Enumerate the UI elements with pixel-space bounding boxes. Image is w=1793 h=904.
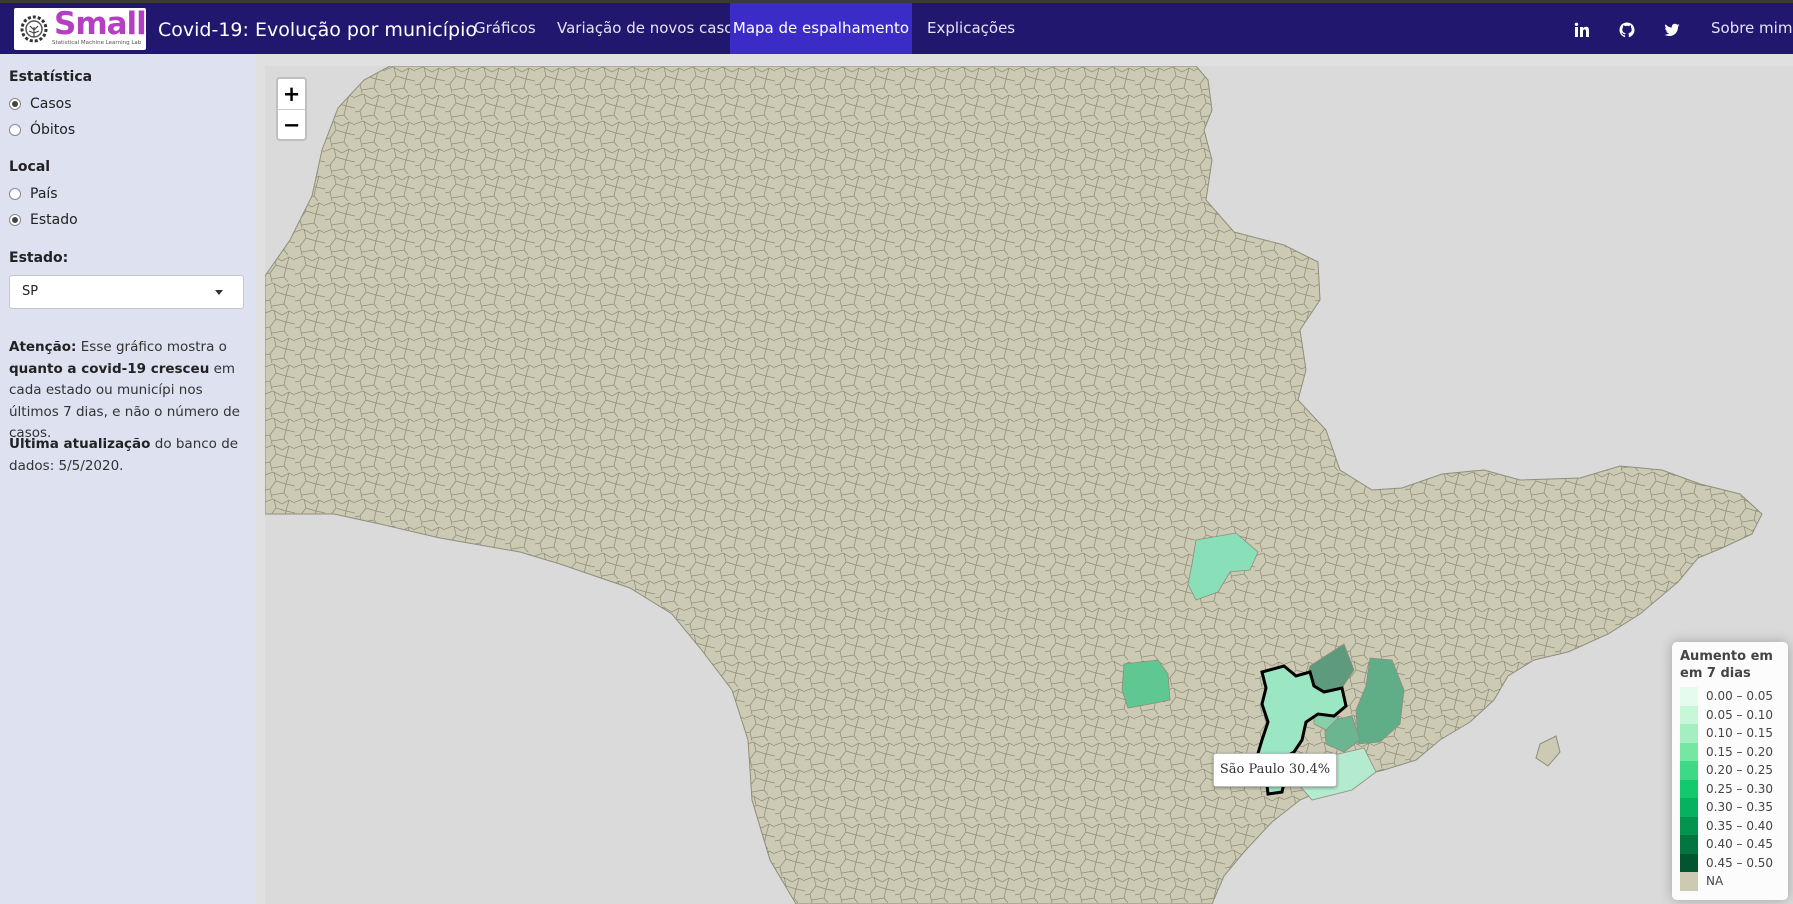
legend-item: 0.35 – 0.40 (1680, 816, 1774, 835)
update-note: Última atualização do banco de dados: 5/… (9, 434, 249, 477)
small-logo[interactable]: Small Statistical Machine Learning Lab (14, 8, 146, 50)
nav-explicacoes[interactable]: Explicações (927, 3, 1015, 54)
legend-item: 0.05 – 0.10 (1680, 705, 1774, 724)
radio-obitos-button[interactable] (9, 124, 21, 136)
legend-label: 0.20 – 0.25 (1706, 763, 1774, 778)
nav-mapa-espalhamento[interactable]: Mapa de espalhamento (730, 3, 912, 54)
legend-swatch (1680, 742, 1698, 761)
radio-obitos-label[interactable]: Óbitos (30, 122, 75, 138)
nav-sobre-mim[interactable]: Sobre mim (1711, 3, 1792, 54)
map-zoom-control: + − (276, 77, 307, 141)
legend-item: 0.00 – 0.05 (1680, 687, 1773, 706)
radio-pais-label[interactable]: País (30, 186, 58, 202)
island-sao-sebastiao[interactable] (1535, 735, 1561, 767)
legend-swatch (1680, 872, 1698, 891)
radio-casos[interactable]: Casos (9, 95, 72, 113)
legend-item: 0.20 – 0.25 (1680, 761, 1773, 780)
legend-label: 0.25 – 0.30 (1706, 781, 1774, 796)
attention-strong-2: quanto a covid-19 cresceu (9, 360, 210, 377)
chevron-down-icon (215, 290, 223, 295)
estado-select[interactable]: SP (9, 275, 244, 309)
radio-estado-button[interactable] (9, 214, 21, 226)
radio-obitos[interactable]: Óbitos (9, 121, 75, 139)
legend-swatch (1680, 779, 1698, 798)
navbar: Small Statistical Machine Learning Lab C… (0, 3, 1793, 54)
legend-label: 0.15 – 0.20 (1706, 744, 1774, 759)
legend-swatch (1680, 798, 1698, 817)
municipio-sorocaba[interactable] (1121, 659, 1171, 709)
radio-casos-button[interactable] (9, 98, 21, 110)
attention-note: Atenção: Esse gráfico mostra o quanto a … (9, 337, 249, 445)
legend-label: 0.30 – 0.35 (1706, 800, 1774, 815)
legend-item: 0.25 – 0.30 (1680, 779, 1774, 798)
legend-item: NA (1680, 872, 1723, 891)
zoom-out-button[interactable]: − (278, 110, 305, 140)
estado-select-label: Estado: (9, 250, 69, 266)
gear-tree-logo-icon (20, 15, 48, 43)
legend-label: 0.10 – 0.15 (1706, 726, 1774, 741)
legend-title: Aumento em em 7 dias (1680, 649, 1773, 681)
attention-strong: Atenção: (9, 339, 77, 355)
legend-swatch (1680, 761, 1698, 780)
radio-estado-label[interactable]: Estado (30, 212, 78, 228)
legend-swatch (1680, 687, 1698, 706)
logo-wordmark: Small (54, 8, 146, 42)
legend-swatch (1680, 835, 1698, 854)
nav-graficos[interactable]: Gráficos (474, 3, 536, 54)
legend-item: 0.40 – 0.45 (1680, 835, 1773, 854)
app-title[interactable]: Covid-19: Evolução por município (158, 19, 477, 41)
sao-paulo-choropleth-map[interactable] (265, 66, 1793, 904)
logo-tagline: Statistical Machine Learning Lab (52, 40, 142, 46)
estatistica-label: Estatística (9, 69, 93, 85)
legend-swatch (1680, 853, 1698, 872)
radio-pais[interactable]: País (9, 185, 58, 203)
update-strong: Última atualização (9, 436, 151, 452)
legend-label: 0.00 – 0.05 (1706, 689, 1774, 704)
legend-item: 0.10 – 0.15 (1680, 724, 1773, 743)
attention-text-1: Esse gráfico mostra o (76, 339, 227, 355)
github-icon[interactable] (1619, 22, 1635, 38)
linkedin-icon[interactable] (1574, 22, 1590, 38)
legend-label: 0.05 – 0.10 (1706, 707, 1774, 722)
zoom-in-button[interactable]: + (278, 79, 305, 109)
twitter-icon[interactable] (1664, 22, 1680, 38)
legend-label: 0.35 – 0.40 (1706, 818, 1774, 833)
legend-item: 0.30 – 0.35 (1680, 798, 1773, 817)
radio-estado[interactable]: Estado (9, 211, 78, 229)
radio-pais-button[interactable] (9, 188, 21, 200)
map-tooltip: São Paulo 30.4% (1213, 753, 1337, 787)
legend-swatch (1680, 724, 1698, 743)
legend-swatch (1680, 816, 1698, 835)
nav-variacao-novos-casos[interactable]: Variação de novos casos (557, 3, 741, 54)
legend-label: 0.40 – 0.45 (1706, 837, 1774, 852)
sidebar: Estatística Casos Óbitos Local País Esta… (0, 54, 256, 904)
legend-label: 0.45 – 0.50 (1706, 855, 1774, 870)
legend-item: 0.45 – 0.50 (1680, 853, 1774, 872)
local-label: Local (9, 159, 51, 175)
map-container[interactable] (265, 66, 1793, 904)
legend-item: 0.15 – 0.20 (1680, 742, 1774, 761)
map-legend: Aumento em em 7 dias 0.00 – 0.05 0.05 – 0… (1672, 642, 1788, 900)
estado-select-value: SP (22, 284, 39, 299)
radio-casos-label[interactable]: Casos (30, 96, 72, 112)
legend-swatch (1680, 705, 1698, 724)
legend-label: NA (1706, 874, 1724, 889)
